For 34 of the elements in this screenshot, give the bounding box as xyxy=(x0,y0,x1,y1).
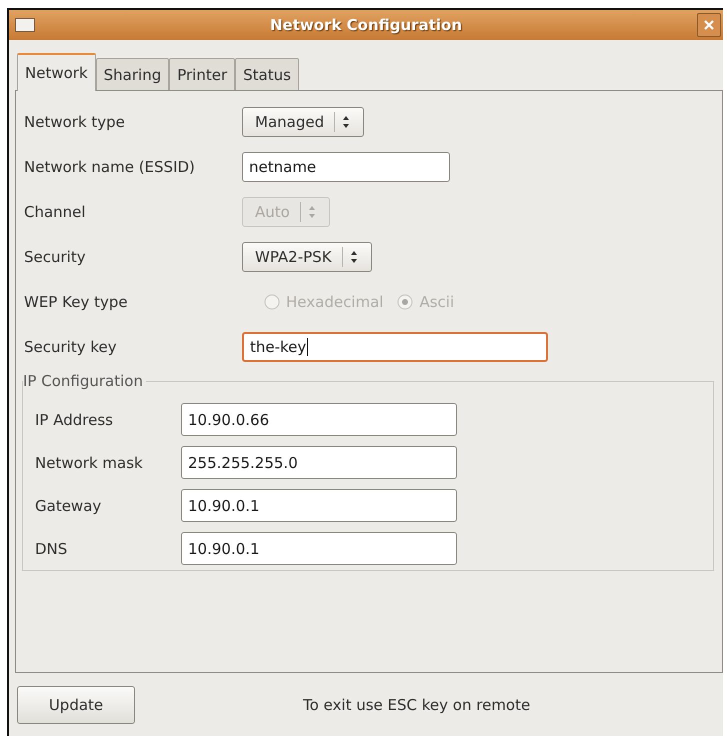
text-field[interactable]: 10.90.0.1 xyxy=(181,532,457,565)
spinner-arrows-icon xyxy=(308,206,315,218)
field-label: Network type xyxy=(24,112,126,130)
text-field[interactable]: the-key xyxy=(242,332,548,362)
text-field[interactable]: netname xyxy=(242,152,450,182)
field-label: DNS xyxy=(35,540,68,558)
tab[interactable]: Network xyxy=(17,53,96,91)
spinner-arrows-icon xyxy=(343,116,350,128)
window-title: Network Configuration xyxy=(269,16,463,34)
close-icon xyxy=(704,20,714,30)
window-menu-icon[interactable] xyxy=(15,18,35,32)
field-label: Gateway xyxy=(35,496,102,514)
field-label: Network name (ESSID) xyxy=(24,158,196,176)
radio-circle-icon xyxy=(264,294,280,310)
tab[interactable]: Printer xyxy=(169,58,236,90)
update-button[interactable]: Update xyxy=(17,686,135,724)
field-label: WEP Key type xyxy=(24,292,129,310)
tab[interactable]: Status xyxy=(235,58,299,90)
text-field[interactable]: 255.255.255.0 xyxy=(181,446,457,479)
field-label: IP Address xyxy=(35,410,114,428)
hint-text: To exit use ESC key on remote xyxy=(303,696,530,714)
text-field[interactable]: 10.90.0.66 xyxy=(181,403,457,436)
dropdown[interactable]: WPA2-PSK xyxy=(242,242,372,272)
tab[interactable]: Sharing xyxy=(96,58,170,90)
radio-circle-icon xyxy=(397,294,414,310)
field-label: Security xyxy=(24,248,87,266)
field-label: Channel xyxy=(24,202,87,220)
text-field[interactable]: 10.90.0.1 xyxy=(181,489,457,522)
group-title: IP Configuration xyxy=(23,372,146,390)
field-label: Security key xyxy=(24,338,118,356)
close-button[interactable] xyxy=(697,13,721,37)
spinner-arrows-icon xyxy=(350,250,357,262)
field-label: Network mask xyxy=(35,454,144,472)
dropdown[interactable]: Managed xyxy=(242,106,364,136)
